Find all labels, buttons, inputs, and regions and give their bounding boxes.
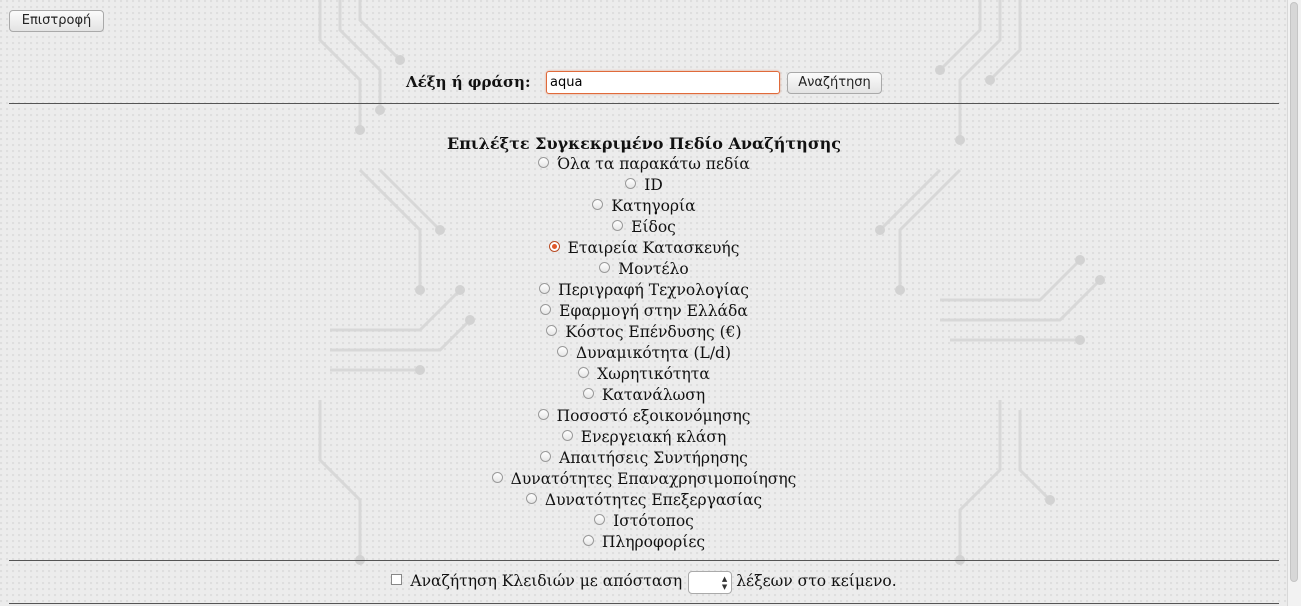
field-option-label: Κατανάλωση bbox=[601, 386, 706, 404]
proximity-search-row: Αναζήτηση Κλειδιών με απόσταση ▲ ▼ λέξεων σ… bbox=[0, 570, 1288, 594]
field-option-radio[interactable] bbox=[625, 178, 637, 189]
field-option[interactable]: Εφαρμογή στην Ελλάδα bbox=[0, 301, 1288, 322]
search-button[interactable]: Αναζήτηση bbox=[787, 72, 882, 94]
field-option-label: Ιστότοπος bbox=[613, 512, 694, 530]
field-option[interactable]: Χωρητικότητα bbox=[0, 364, 1288, 385]
field-option-radio[interactable] bbox=[548, 241, 560, 252]
field-option-label: Εταιρεία Κατασκευής bbox=[567, 239, 740, 257]
field-option-label: Κατηγορία bbox=[611, 197, 696, 215]
field-option-radio[interactable] bbox=[561, 430, 573, 441]
field-option-radio[interactable] bbox=[594, 514, 606, 525]
field-option-label: Πληροφορίες bbox=[601, 533, 706, 551]
field-option-radio[interactable] bbox=[537, 409, 549, 420]
field-option-radio[interactable] bbox=[525, 493, 537, 504]
field-option[interactable]: Δυναμικότητα (L/d) bbox=[0, 343, 1288, 364]
field-option-label: Μοντέλο bbox=[618, 260, 689, 278]
divider bbox=[9, 560, 1279, 561]
field-option-radio[interactable] bbox=[556, 346, 568, 357]
chevron-up-icon[interactable]: ▲ bbox=[722, 575, 727, 583]
field-option[interactable]: Περιγραφή Τεχνολογίας bbox=[0, 280, 1288, 301]
field-option-label: Χωρητικότητα bbox=[597, 365, 710, 383]
scrollbar[interactable] bbox=[1287, 0, 1301, 606]
field-option[interactable]: Απαιτήσεις Συντήρησης bbox=[0, 448, 1288, 469]
field-option[interactable]: Όλα τα παρακάτω πεδία bbox=[0, 154, 1288, 175]
field-option-label: Δυναμικότητα (L/d) bbox=[575, 344, 732, 362]
field-option[interactable]: Πληροφορίες bbox=[0, 532, 1288, 553]
field-option-label: Εφαρμογή στην Ελλάδα bbox=[559, 302, 748, 320]
field-options-list: Όλα τα παρακάτω πεδία ID Κατηγορία Είδος Ετα… bbox=[0, 154, 1288, 553]
search-input[interactable] bbox=[546, 71, 780, 94]
field-option-radio[interactable] bbox=[578, 367, 590, 378]
field-option-label: Όλα τα παρακάτω πεδία bbox=[557, 155, 750, 173]
chevron-down-icon[interactable]: ▼ bbox=[722, 583, 727, 591]
back-button[interactable]: Επιστροφή bbox=[9, 10, 104, 32]
field-option-radio[interactable] bbox=[540, 451, 552, 462]
field-option[interactable]: Δυνατότητες Επεξεργασίας bbox=[0, 490, 1288, 511]
proximity-label-after: λέξεων στο κείμενο. bbox=[736, 572, 897, 590]
field-option-label: Είδος bbox=[631, 218, 676, 236]
scrollbar-thumb[interactable] bbox=[1290, 2, 1298, 582]
field-option-label: Απαιτήσεις Συντήρησης bbox=[559, 449, 748, 467]
field-option[interactable]: Δυνατότητες Επαναχρησιμοποίησης bbox=[0, 469, 1288, 490]
field-option-label: Ενεργειακή κλάση bbox=[580, 428, 727, 446]
field-option-label: Κόστος Επένδυσης (€) bbox=[565, 323, 742, 341]
field-option-radio[interactable] bbox=[539, 283, 551, 294]
field-option-radio[interactable] bbox=[582, 535, 594, 546]
field-option[interactable]: ID bbox=[0, 175, 1288, 196]
fields-title: Επιλέξτε Συγκεκριμένο Πεδίο Αναζήτησης bbox=[447, 134, 841, 153]
field-option-radio[interactable] bbox=[546, 325, 558, 336]
field-option[interactable]: Κόστος Επένδυσης (€) bbox=[0, 322, 1288, 343]
field-option-label: Δυνατότητες Επεξεργασίας bbox=[544, 491, 763, 509]
field-option-label: ID bbox=[644, 176, 663, 194]
field-option-radio[interactable] bbox=[540, 304, 552, 315]
divider bbox=[9, 103, 1279, 104]
field-option-label: Ποσοστό εξοικονόμησης bbox=[556, 407, 751, 425]
field-option[interactable]: Ενεργειακή κλάση bbox=[0, 427, 1288, 448]
search-row: Λέξη ή φράση: Αναζήτηση bbox=[0, 71, 1288, 95]
field-option-label: Δυνατότητες Επαναχρησιμοποίησης bbox=[510, 470, 797, 488]
field-option-radio[interactable] bbox=[538, 157, 550, 168]
field-option[interactable]: Ιστότοπος bbox=[0, 511, 1288, 532]
search-field-selector: Επιλέξτε Συγκεκριμένο Πεδίο Αναζήτησης Ό… bbox=[0, 132, 1288, 553]
field-option[interactable]: Μοντέλο bbox=[0, 259, 1288, 280]
proximity-label-before: Αναζήτηση Κλειδιών με απόσταση bbox=[410, 572, 683, 590]
field-option-radio[interactable] bbox=[582, 388, 594, 399]
field-option-radio[interactable] bbox=[592, 199, 604, 210]
field-option-radio[interactable] bbox=[612, 220, 624, 231]
field-option-radio[interactable] bbox=[599, 262, 611, 273]
field-option-radio[interactable] bbox=[491, 472, 503, 483]
field-option[interactable]: Κατηγορία bbox=[0, 196, 1288, 217]
field-option[interactable]: Εταιρεία Κατασκευής bbox=[0, 238, 1288, 259]
distance-spinner[interactable]: ▲ ▼ bbox=[688, 570, 733, 594]
proximity-checkbox[interactable] bbox=[391, 574, 403, 585]
search-label: Λέξη ή φράση: bbox=[406, 73, 531, 91]
field-option[interactable]: Είδος bbox=[0, 217, 1288, 238]
divider bbox=[9, 603, 1279, 604]
field-option[interactable]: Κατανάλωση bbox=[0, 385, 1288, 406]
field-option[interactable]: Ποσοστό εξοικονόμησης bbox=[0, 406, 1288, 427]
field-option-label: Περιγραφή Τεχνολογίας bbox=[558, 281, 749, 299]
